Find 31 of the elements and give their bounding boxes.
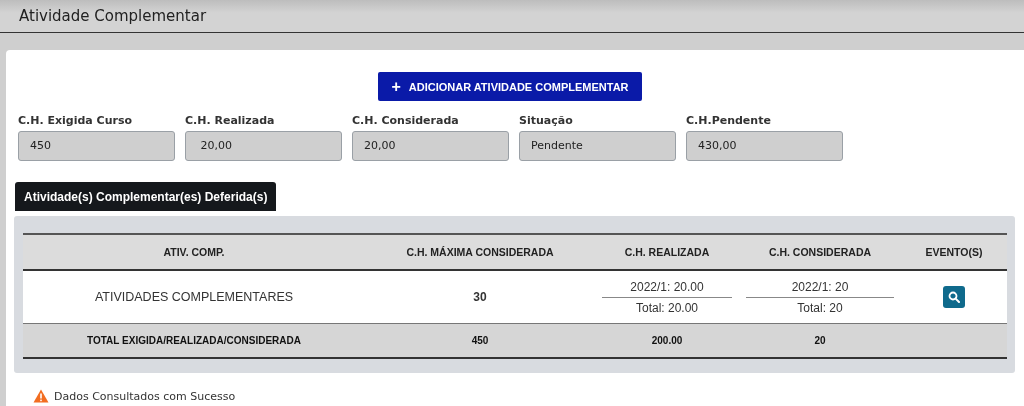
column-header: C.H. MÁXIMA CONSIDERADA: [365, 234, 595, 270]
field-label: Situação: [519, 114, 574, 127]
period-hours: 2022/1: 20: [746, 279, 894, 298]
column-header: EVENTO(S): [901, 234, 1007, 270]
total-cell: 450: [365, 323, 595, 358]
table-cell: 30: [365, 270, 595, 324]
total-cell: 200.00: [595, 323, 739, 358]
readonly-field[interactable]: 450: [18, 131, 175, 161]
total-hours: Total: 20: [796, 299, 844, 315]
readonly-field[interactable]: 20,00: [352, 131, 509, 161]
field-label: C.H. Exigida Curso: [18, 114, 134, 127]
readonly-field[interactable]: 430,00: [686, 131, 843, 161]
page-title: Atividade Complementar: [19, 6, 208, 27]
column-header: ATIV. COMP.: [23, 234, 365, 270]
status-message: Dados Consultados com Sucesso: [54, 389, 236, 403]
add-activity-button[interactable]: + ADICIONAR ATIVIDADE COMPLEMENTAR: [378, 72, 642, 101]
search-icon: [948, 291, 960, 303]
table-cell: ATIVIDADES COMPLEMENTARES: [23, 270, 365, 324]
total-cell: 20: [739, 323, 901, 358]
field-label: C.H. Realizada: [185, 114, 276, 127]
column-header: C.H. CONSIDERADA: [739, 234, 901, 270]
search-button[interactable]: [943, 286, 965, 308]
period-hours: 2022/1: 20.00: [602, 279, 732, 298]
field-label: C.H. Considerada: [352, 114, 460, 127]
readonly-field[interactable]: 20,00: [185, 131, 342, 161]
total-cell: TOTAL EXIGIDA/REALIZADA/CONSIDERADA: [23, 323, 365, 358]
column-header: C.H. REALIZADA: [595, 234, 739, 270]
total-hours: Total: 20.00: [634, 299, 699, 315]
warning-icon: [33, 389, 49, 403]
field-label: C.H.Pendente: [686, 114, 772, 127]
readonly-field[interactable]: Pendente: [519, 131, 676, 161]
